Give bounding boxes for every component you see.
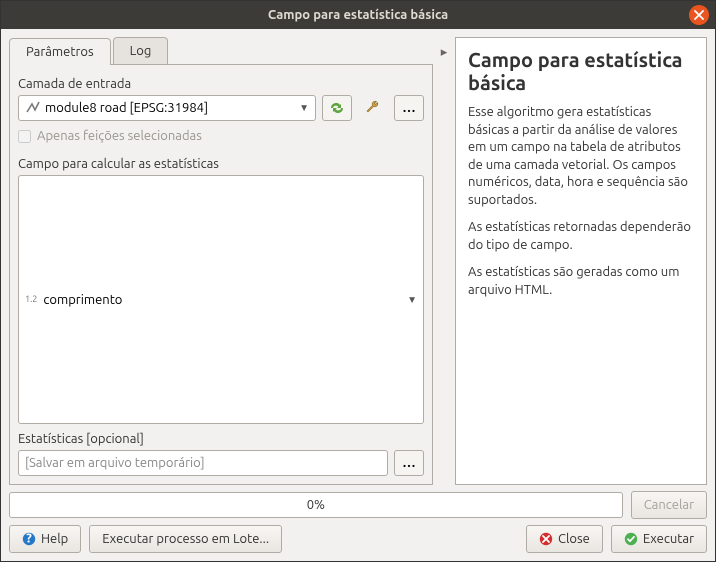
stats-output-label: Estatísticas [opcional] <box>18 432 424 446</box>
help-panel: Campo para estatística básica Esse algor… <box>455 37 707 485</box>
help-paragraph-1: Esse algoritmo gera estatísticas básicas… <box>468 104 694 209</box>
cancel-button: Cancelar <box>631 491 707 519</box>
tab-bar: Parâmetros Log <box>9 37 433 65</box>
cancel-label: Cancelar <box>644 498 694 512</box>
refresh-icon <box>328 100 346 116</box>
chevron-down-icon: ▼ <box>299 102 309 114</box>
field-label: Campo para calcular as estatísticas <box>18 157 424 171</box>
svg-text:?: ? <box>26 532 32 546</box>
help-button-label: Help <box>41 532 68 546</box>
dialog-window: Campo para estatística básica Parâmetros… <box>0 0 716 562</box>
stats-output-row: [Salvar em arquivo temporário] … <box>18 450 424 476</box>
button-spacer <box>290 525 518 553</box>
left-panel: Parâmetros Log Camada de entrada module8… <box>9 37 433 485</box>
chevron-down-icon: ▼ <box>407 294 417 306</box>
only-selected-row: Apenas feições selecionadas <box>18 129 424 143</box>
only-selected-label: Apenas feições selecionadas <box>37 129 202 143</box>
tab-log[interactable]: Log <box>113 37 169 64</box>
input-layer-combo[interactable]: module8 road [EPSG:31984] ▼ <box>18 95 316 121</box>
help-title: Campo para estatística básica <box>468 48 694 94</box>
tab-log-label: Log <box>130 44 152 58</box>
stats-output-placeholder: [Salvar em arquivo temporário] <box>25 456 205 470</box>
run-button-label: Executar <box>643 532 694 546</box>
line-layer-icon <box>25 99 41 118</box>
close-icon <box>694 10 704 20</box>
close-button-label: Close <box>558 532 590 546</box>
input-layer-browse-button[interactable]: … <box>394 95 424 121</box>
progress-bar: 0% <box>9 492 623 518</box>
help-button[interactable]: ? Help <box>9 525 81 553</box>
batch-button-label: Executar processo em Lote... <box>102 532 269 546</box>
ok-check-icon <box>624 532 638 546</box>
input-layer-label: Camada de entrada <box>18 77 424 91</box>
run-button[interactable]: Executar <box>611 525 707 553</box>
collapse-arrow-icon: ▸ <box>441 45 448 60</box>
window-title: Campo para estatística básica <box>268 8 448 22</box>
dialog-content: Parâmetros Log Camada de entrada module8… <box>1 29 715 561</box>
wrench-icon <box>364 99 382 117</box>
iterate-button[interactable] <box>322 95 352 121</box>
close-button[interactable]: Close <box>526 525 603 553</box>
tab-body-parametros: Camada de entrada module8 road [EPSG:319… <box>9 65 433 485</box>
field-combo[interactable]: 1.2 comprimento ▼ <box>18 175 424 424</box>
splitter-handle[interactable]: ▸ <box>437 37 451 485</box>
stats-output-browse-button[interactable]: … <box>394 450 424 476</box>
input-layer-row: module8 road [EPSG:31984] ▼ … <box>18 95 424 121</box>
numeric-field-icon: 1.2 <box>25 294 37 304</box>
tab-parametros-label: Parâmetros <box>26 45 94 59</box>
help-paragraph-2: As estatísticas retornadas dependerão do… <box>468 219 694 254</box>
help-paragraph-3: As estatísticas são geradas como um arqu… <box>468 264 694 299</box>
window-close-button[interactable] <box>689 5 709 25</box>
stats-output-input[interactable]: [Salvar em arquivo temporário] <box>18 450 388 476</box>
only-selected-checkbox <box>18 130 31 143</box>
titlebar: Campo para estatística básica <box>1 1 715 29</box>
ellipsis-icon: … <box>403 101 416 115</box>
cancel-icon <box>539 532 553 546</box>
progress-row: 0% Cancelar <box>9 491 707 519</box>
field-value: comprimento <box>43 293 122 307</box>
batch-button[interactable]: Executar processo em Lote... <box>89 525 282 553</box>
advanced-options-button[interactable] <box>358 95 388 121</box>
progress-text: 0% <box>307 498 325 512</box>
main-area: Parâmetros Log Camada de entrada module8… <box>9 37 707 485</box>
tab-parametros[interactable]: Parâmetros <box>9 38 111 65</box>
input-layer-value: module8 road [EPSG:31984] <box>45 101 208 115</box>
ellipsis-icon: … <box>403 456 416 470</box>
help-icon: ? <box>22 532 36 546</box>
button-row: ? Help Executar processo em Lote... Clos… <box>9 525 707 553</box>
